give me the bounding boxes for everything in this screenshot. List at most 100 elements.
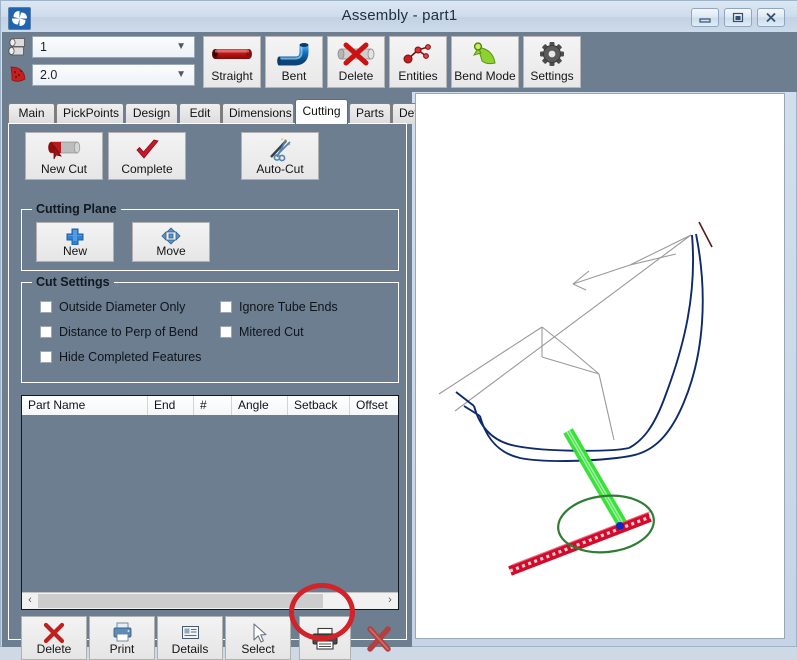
move-arrows-icon <box>133 227 209 245</box>
table-header-row: Part Name End # Angle Setback Offset <box>22 396 398 416</box>
entities-button-label: Entities <box>398 69 438 83</box>
column-header-part-name[interactable]: Part Name <box>22 396 148 415</box>
cut-settings-group-title: Cut Settings <box>32 275 114 289</box>
delete-row-button[interactable]: Delete <box>21 616 87 660</box>
checkbox-label: Outside Diameter Only <box>59 300 186 314</box>
scrollbar-thumb[interactable] <box>38 594 323 608</box>
new-cut-icon <box>26 137 102 163</box>
checkbox-ignore-tube-ends[interactable]: Ignore Tube Ends <box>220 300 338 314</box>
complete-label: Complete <box>121 162 173 176</box>
move-plane-button[interactable]: Move <box>132 222 210 262</box>
chevron-down-icon: ▼ <box>176 41 186 52</box>
checkbox-label: Mitered Cut <box>239 325 304 339</box>
bend-mode-button-label: Bend Mode <box>454 69 516 83</box>
new-cut-label: New Cut <box>40 162 87 176</box>
tab-main[interactable]: Main <box>8 103 55 124</box>
selection-point-marker <box>616 522 624 530</box>
plus-icon <box>37 227 113 245</box>
cutting-tab-panel: New Cut Complete Auto-Cut Cutting Plane … <box>8 123 407 660</box>
column-header-end[interactable]: End <box>148 396 194 415</box>
application-window: Assembly - part1 1 ▼ 2.0 ▼ Straight Bent… <box>0 0 797 660</box>
scroll-left-arrow[interactable]: ‹ <box>22 593 38 609</box>
quantity-combo-value: 1 <box>40 40 47 54</box>
straight-button[interactable]: Straight <box>203 36 261 88</box>
tab-design[interactable]: Design <box>125 103 178 124</box>
bent-button[interactable]: Bent <box>265 36 323 88</box>
window-title: Assembly - part1 <box>341 7 458 24</box>
entities-button[interactable]: Entities <box>389 36 447 88</box>
checkbox-box[interactable] <box>40 326 52 338</box>
column-header-offset[interactable]: Offset <box>350 396 398 415</box>
straight-tube-icon <box>204 41 260 69</box>
new-plane-button[interactable]: New <box>36 222 114 262</box>
checkbox-box[interactable] <box>220 301 232 313</box>
new-cut-button[interactable]: New Cut <box>25 132 103 180</box>
main-toolbar: 1 ▼ 2.0 ▼ Straight Bent Delete Entities … <box>2 32 797 92</box>
tab-cutting[interactable]: Cutting <box>295 99 348 124</box>
column-header-setback[interactable]: Setback <box>288 396 350 415</box>
checkbox-mitered-cut[interactable]: Mitered Cut <box>220 325 304 339</box>
scroll-right-arrow[interactable]: › <box>382 593 398 609</box>
delete-tube-icon <box>328 41 384 69</box>
checkbox-distance-to-perp-of-bend[interactable]: Distance to Perp of Bend <box>40 325 198 339</box>
title-bar: Assembly - part1 <box>1 1 797 33</box>
delete-button-label: Delete <box>338 69 374 83</box>
checkbox-box[interactable] <box>40 351 52 363</box>
column-header-number[interactable]: # <box>194 396 232 415</box>
select-label: Select <box>241 642 275 656</box>
checkbox-label: Ignore Tube Ends <box>239 300 338 314</box>
details-label: Details <box>171 642 209 656</box>
cutting-plane-group-title: Cutting Plane <box>32 202 121 216</box>
3d-model-viewport[interactable] <box>415 93 785 639</box>
maximize-icon[interactable] <box>724 8 752 27</box>
minimize-icon[interactable] <box>691 8 719 27</box>
cuts-table: Part Name End # Angle Setback Offset ‹ › <box>21 395 399 610</box>
checkbox-box[interactable] <box>40 301 52 313</box>
bent-button-label: Bent <box>281 69 307 83</box>
checkbox-outside-diameter-only[interactable]: Outside Diameter Only <box>40 300 185 314</box>
chevron-down-icon: ▼ <box>176 69 186 80</box>
delete-row-label: Delete <box>36 642 72 656</box>
gear-icon <box>524 41 580 69</box>
tab-edit[interactable]: Edit <box>179 103 221 124</box>
auto-cut-button[interactable]: Auto-Cut <box>241 132 319 180</box>
red-x-close-icon <box>353 626 405 652</box>
settings-button[interactable]: Settings <box>523 36 581 88</box>
entities-icon <box>390 41 446 69</box>
tab-pickpoints[interactable]: PickPoints <box>56 103 124 124</box>
cut-settings-group: Cut Settings Outside Diameter Only Ignor… <box>21 275 399 383</box>
tab-strip: Main PickPoints Design Edit Dimensions C… <box>8 99 440 124</box>
checkbox-label: Distance to Perp of Bend <box>59 325 198 339</box>
close-icon[interactable] <box>757 8 785 27</box>
details-button[interactable]: Details <box>157 616 223 660</box>
bend-mode-button[interactable]: Bend Mode <box>451 36 519 88</box>
bent-tube-icon <box>266 41 322 69</box>
move-plane-label: Move <box>156 244 186 258</box>
print-button[interactable]: Print <box>89 616 155 660</box>
straight-button-label: Straight <box>211 69 253 83</box>
print-label: Print <box>109 642 135 656</box>
checkbox-box[interactable] <box>220 326 232 338</box>
delete-button[interactable]: Delete <box>327 36 385 88</box>
tab-dimensions[interactable]: Dimensions <box>222 103 294 124</box>
settings-button-label: Settings <box>530 69 574 83</box>
printer-icon <box>300 627 350 653</box>
select-button[interactable]: Select <box>225 616 291 660</box>
complete-button[interactable]: Complete <box>108 132 186 180</box>
left-panel: Main PickPoints Design Edit Dimensions C… <box>2 92 440 660</box>
printer-icon-button[interactable] <box>299 616 351 660</box>
checkbox-label: Hide Completed Features <box>59 350 202 364</box>
diameter-combo[interactable]: 2.0 ▼ <box>32 64 195 86</box>
new-plane-label: New <box>62 244 87 258</box>
bend-segment-icon <box>8 63 30 90</box>
table-body[interactable] <box>22 415 398 591</box>
cutting-plane-group: Cutting Plane New Move <box>21 202 399 271</box>
checkbox-hide-completed-features[interactable]: Hide Completed Features <box>40 350 201 364</box>
tab-parts[interactable]: Parts <box>349 103 391 124</box>
quantity-combo[interactable]: 1 ▼ <box>32 36 195 58</box>
column-header-angle[interactable]: Angle <box>232 396 288 415</box>
scissors-wand-icon <box>242 137 318 163</box>
horizontal-scrollbar[interactable]: ‹ › <box>22 592 398 609</box>
bend-mode-icon <box>452 41 518 69</box>
cancel-x-button[interactable] <box>353 616 405 660</box>
